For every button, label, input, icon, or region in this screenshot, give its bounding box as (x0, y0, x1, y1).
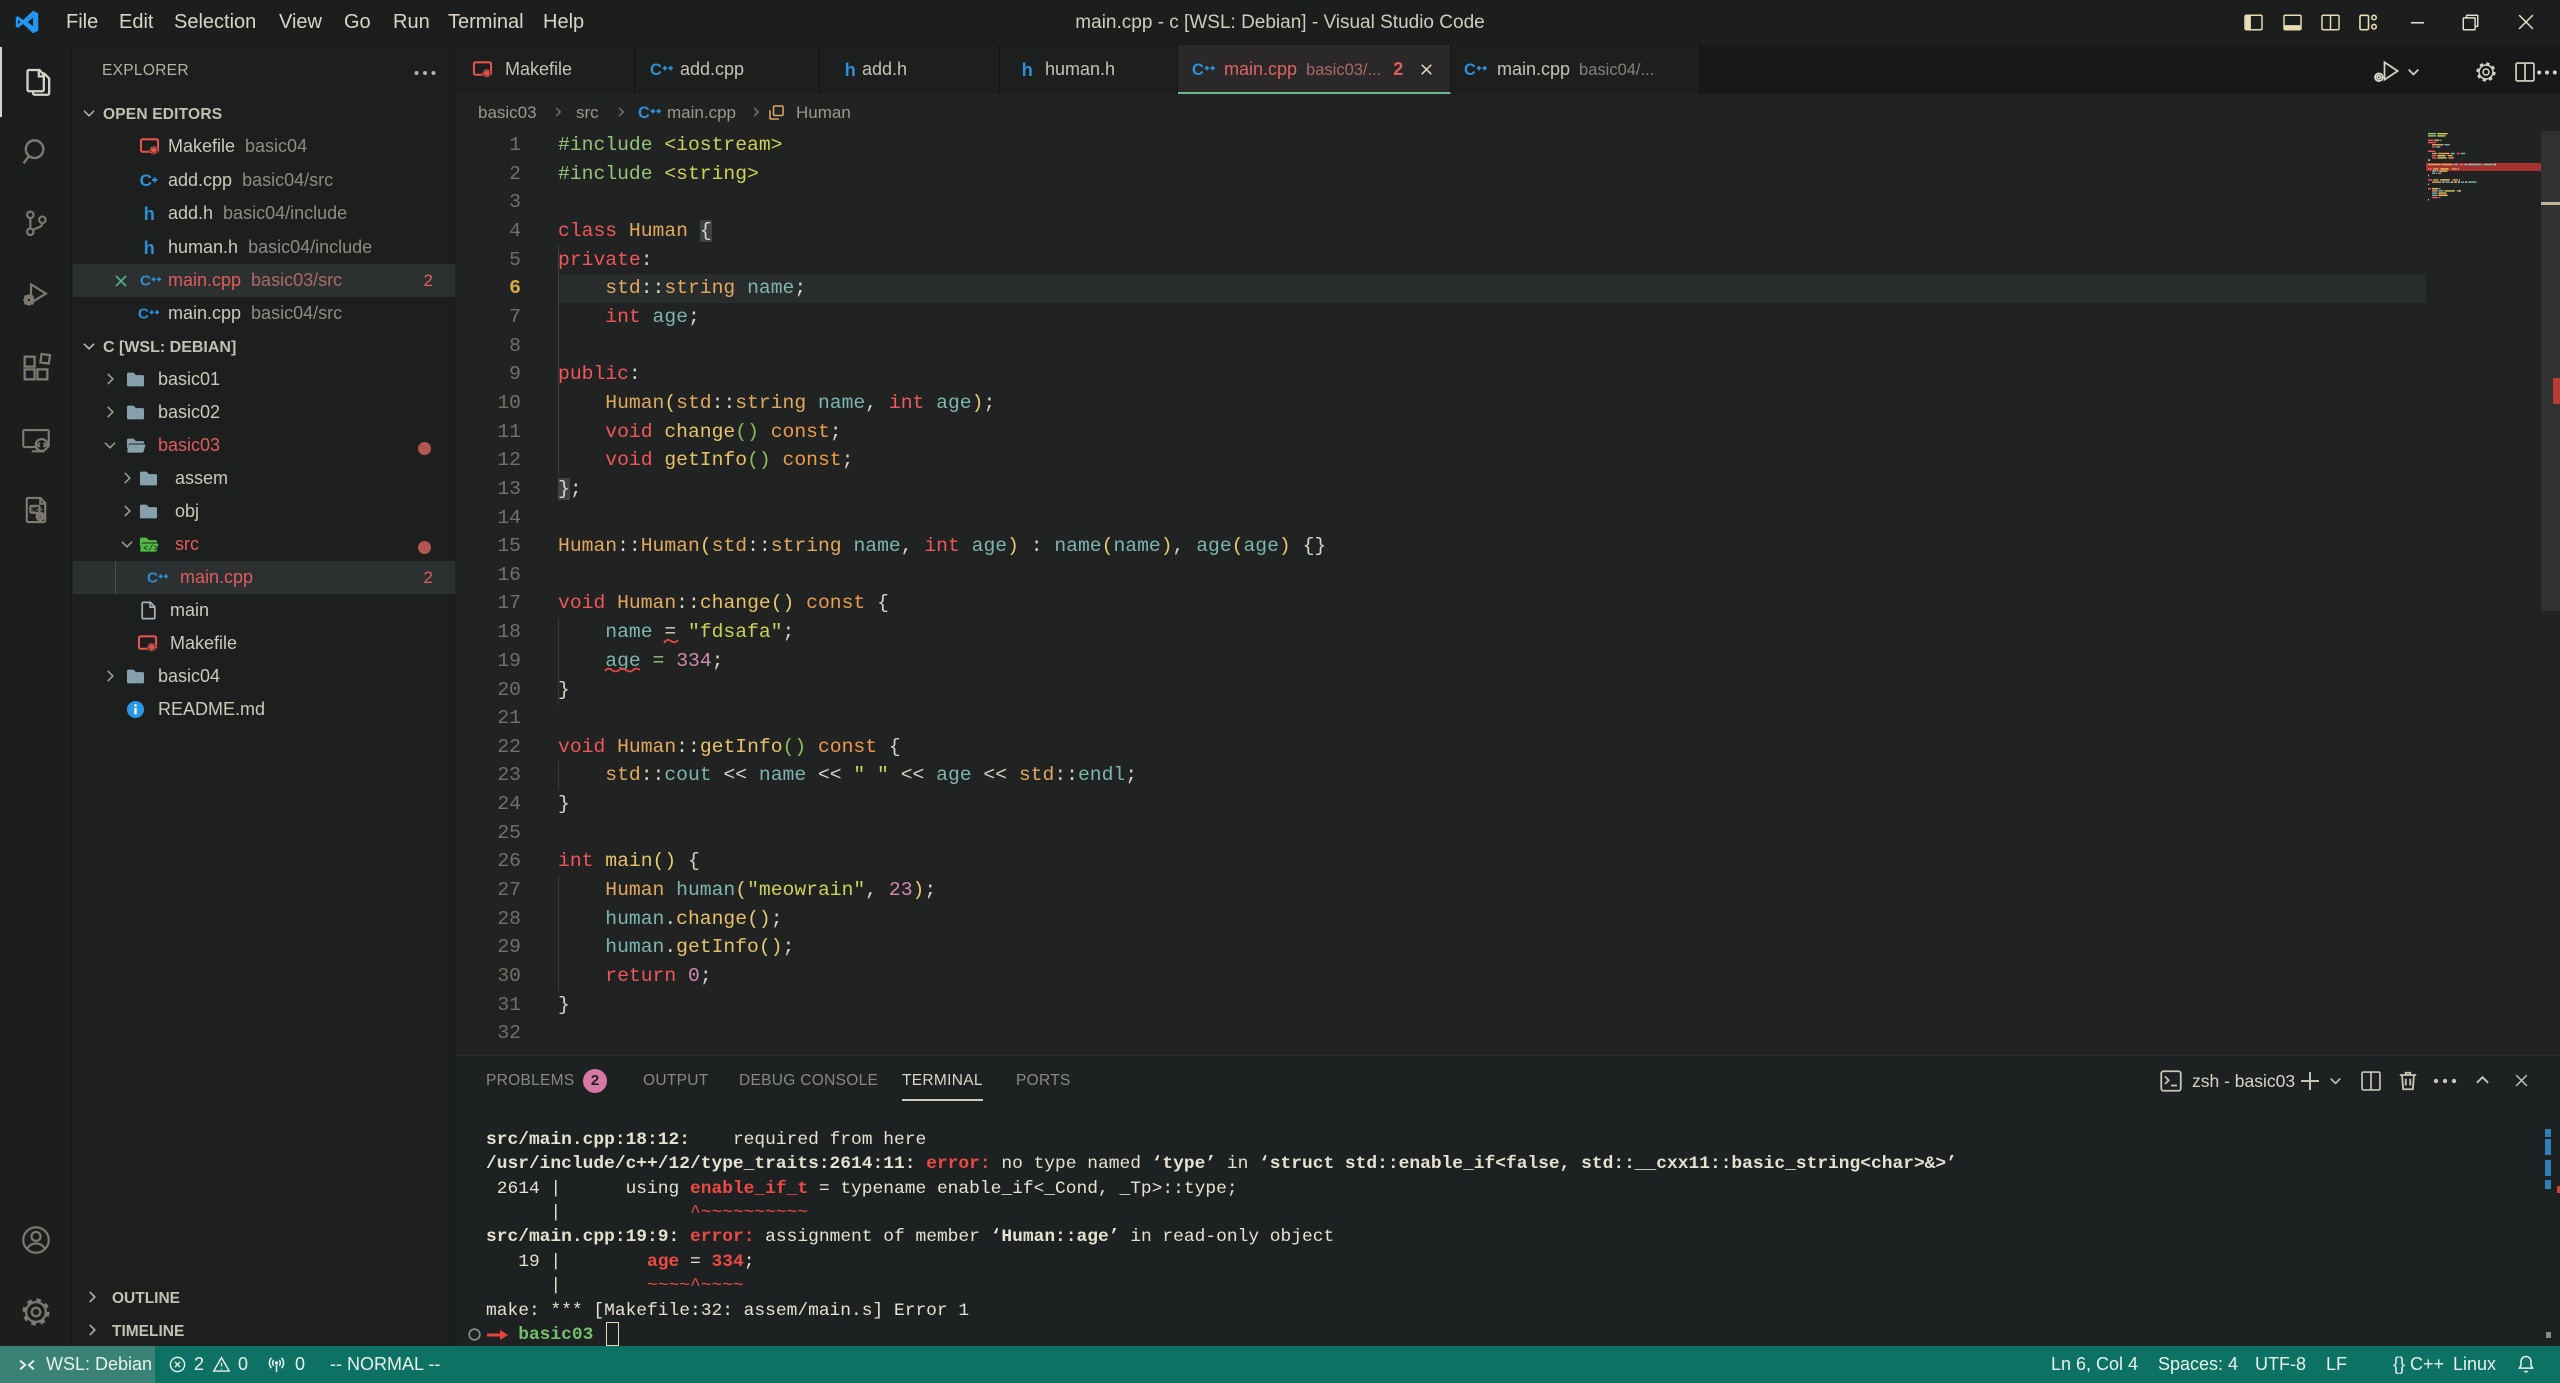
svg-text:h: h (144, 203, 155, 224)
svg-text:C: C (638, 104, 650, 122)
svg-text:C: C (140, 170, 152, 189)
svg-text:</>: </> (143, 543, 158, 553)
svg-text:h: h (1022, 59, 1033, 80)
svg-text:C: C (140, 272, 151, 289)
svg-text:h: h (144, 237, 155, 258)
svg-text:C: C (138, 305, 149, 322)
svg-text:C: C (650, 61, 662, 79)
svg-text:C: C (1464, 61, 1476, 79)
svg-text:h: h (845, 59, 856, 80)
svg-text:C: C (147, 569, 158, 586)
svg-text:C: C (1192, 61, 1204, 79)
